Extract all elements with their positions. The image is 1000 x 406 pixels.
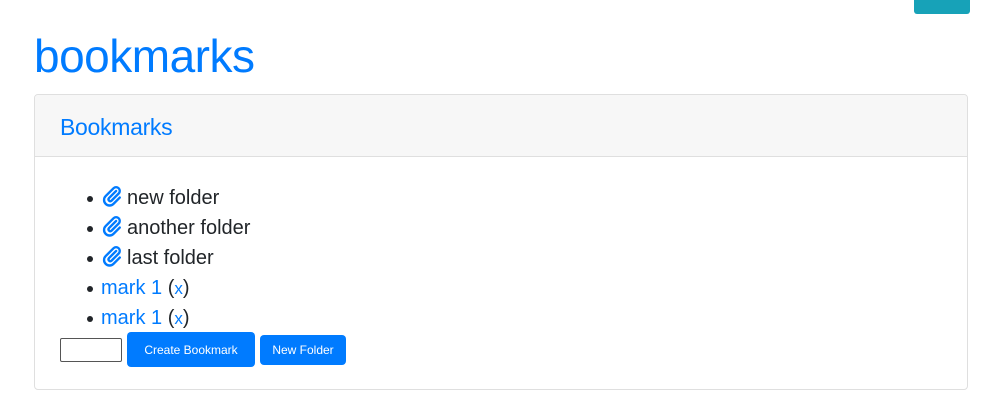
card-title: Bookmarks (60, 114, 173, 140)
folder-item-another-folder[interactable]: another folder (35, 213, 250, 243)
new-folder-button[interactable]: New Folder (260, 335, 346, 365)
paperclip-icon (102, 186, 121, 207)
bookmark-link[interactable]: mark 1 (101, 307, 162, 329)
folder-name: another folder (127, 217, 251, 239)
card-header: Bookmarks (35, 95, 967, 157)
bullet (87, 286, 93, 292)
bookmark-list: new folder another folder last folder ma… (35, 183, 250, 333)
folder-name: last folder (127, 247, 214, 269)
bookmark-link[interactable]: mark 1 (101, 277, 162, 299)
folder-item-new-folder[interactable]: new folder (35, 183, 250, 213)
delete-bookmark-link[interactable]: x (174, 279, 183, 298)
bookmarks-card: Bookmarks new folder another folder last… (34, 94, 968, 390)
bullet (87, 256, 93, 262)
folder-item-last-folder[interactable]: last folder (35, 243, 250, 273)
folder-name: new folder (127, 187, 220, 209)
top-right-button[interactable] (914, 0, 970, 14)
bookmark-item: mark 1 (x) (35, 303, 250, 333)
close-paren: ) (182, 277, 190, 299)
delete-bookmark-link[interactable]: x (174, 309, 183, 328)
bullet (87, 196, 93, 202)
bookmark-name-input[interactable] (60, 338, 122, 362)
paperclip-icon (102, 216, 121, 237)
bullet (87, 316, 93, 322)
close-paren: ) (182, 307, 190, 329)
bullet (87, 226, 93, 232)
bookmark-item: mark 1 (x) (35, 273, 250, 303)
page-title: bookmarks (34, 30, 255, 82)
create-bookmark-button[interactable]: Create Bookmark (127, 332, 255, 367)
paperclip-icon (102, 246, 121, 267)
